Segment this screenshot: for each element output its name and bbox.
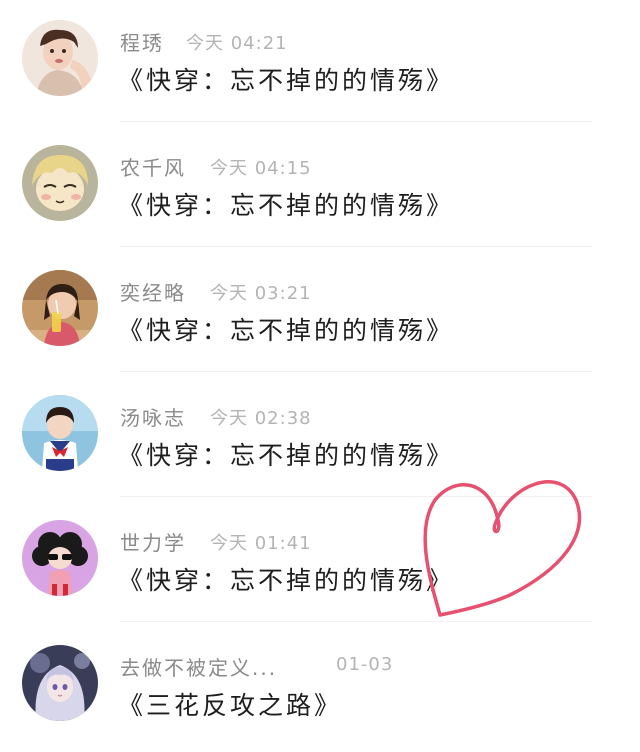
list-item[interactable]: 奕经略 今天 03:21 《快穿：忘不掉的的情殇》 (0, 250, 640, 375)
divider (120, 621, 592, 622)
message-title: 《三花反攻之路》 (118, 691, 343, 720)
list-item[interactable]: 去做不被定义... 01-03 《三花反攻之路》 (0, 625, 640, 750)
avatar-child-drink-icon[interactable] (22, 270, 98, 346)
list-item[interactable]: 农千风 今天 04:15 《快穿：忘不掉的的情殇》 (0, 125, 640, 250)
contact-name: 去做不被定义... (120, 656, 278, 680)
list-item[interactable]: 程琇 今天 04:21 《快穿：忘不掉的的情殇》 (0, 0, 640, 125)
list-item[interactable]: 世力学 今天 01:41 《快穿：忘不掉的的情殇》 (0, 500, 640, 625)
avatar-anime-boy-icon[interactable] (22, 145, 98, 221)
list-item[interactable]: 汤咏志 今天 02:38 《快穿：忘不掉的的情殇》 (0, 375, 640, 500)
chat-list: 程琇 今天 04:21 《快穿：忘不掉的的情殇》 农千风 今天 04:15 《快… (0, 0, 640, 752)
divider (120, 246, 592, 247)
message-time: 今天 02:38 (210, 408, 312, 429)
message-time: 今天 01:41 (210, 533, 312, 554)
contact-name: 程琇 (120, 31, 164, 55)
message-title: 《快穿：忘不掉的的情殇》 (118, 66, 455, 95)
message-title: 《快穿：忘不掉的的情殇》 (118, 191, 455, 220)
contact-name: 农千风 (120, 156, 186, 180)
divider (120, 121, 592, 122)
message-time: 01-03 (336, 654, 394, 675)
divider (120, 496, 592, 497)
message-time: 今天 03:21 (210, 283, 312, 304)
contact-name: 奕经略 (120, 281, 186, 305)
avatar-girl-photo-icon[interactable] (22, 20, 98, 96)
avatar-cartoon-girl-icon[interactable] (22, 520, 98, 596)
contact-name: 世力学 (120, 531, 186, 555)
avatar-sailor-girl-icon[interactable] (22, 395, 98, 471)
divider (120, 371, 592, 372)
message-title: 《快穿：忘不掉的的情殇》 (118, 566, 455, 595)
message-time: 今天 04:15 (210, 158, 312, 179)
contact-name: 汤咏志 (120, 406, 186, 430)
message-title: 《快穿：忘不掉的的情殇》 (118, 316, 455, 345)
message-time: 今天 04:21 (186, 33, 288, 54)
message-title: 《快穿：忘不掉的的情殇》 (118, 441, 455, 470)
avatar-anime-princess-icon[interactable] (22, 645, 98, 721)
